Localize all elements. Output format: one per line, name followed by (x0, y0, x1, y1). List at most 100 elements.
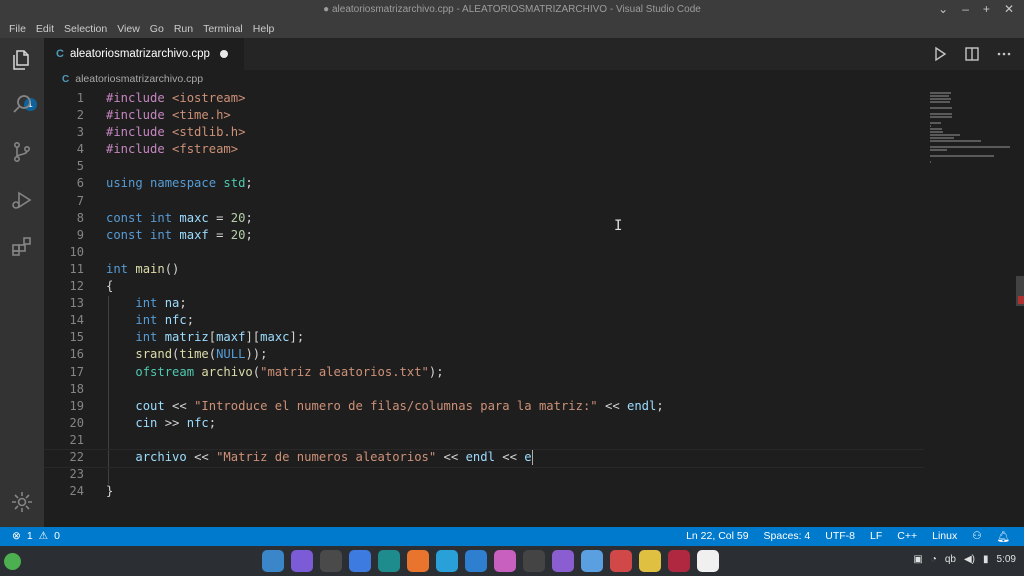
code-line[interactable] (106, 381, 966, 398)
notifications-bell-icon[interactable]: 🔔︎ (997, 530, 1010, 543)
battery-icon[interactable]: ▮ (983, 554, 989, 565)
files-icon[interactable] (10, 48, 34, 72)
code-editor[interactable]: 1 2 3 4 5 6 7 8 9 10 11 12 13 14 15 16 1… (44, 88, 1024, 527)
line-number-gutter: 1 2 3 4 5 6 7 8 9 10 11 12 13 14 15 16 1… (44, 90, 84, 500)
window-title: ● aleatoriosmatrizarchivo.cpp - ALEATORI… (323, 4, 701, 15)
dock-app-icon[interactable] (465, 550, 487, 572)
wifi-icon[interactable]: ◔ (931, 554, 937, 565)
dock-app-icon[interactable] (320, 550, 342, 572)
platform[interactable]: Linux (932, 530, 957, 543)
language-mode[interactable]: C++ (897, 530, 917, 543)
dock-app-icon[interactable] (349, 550, 371, 572)
settings-gear-icon[interactable] (10, 490, 34, 514)
code-line[interactable]: cin >> nfc; (106, 415, 966, 432)
code-lines[interactable]: #include <iostream> #include <time.h> #inc… (44, 90, 966, 500)
code-line[interactable]: #include <fstream> (106, 141, 966, 158)
code-line[interactable] (106, 244, 966, 261)
close-button[interactable]: ✕ (1004, 2, 1014, 16)
line-number: 6 (76, 176, 84, 191)
menu-run[interactable]: Run (169, 23, 198, 35)
dock-app-icon[interactable] (668, 550, 690, 572)
code-line[interactable] (106, 432, 966, 449)
code-line[interactable]: int main() (106, 261, 966, 278)
run-debug-icon[interactable] (10, 188, 34, 212)
code-line[interactable] (106, 158, 966, 175)
code-token: cin (135, 415, 158, 430)
feedback-icon[interactable]: ⚇ (972, 530, 981, 543)
code-line[interactable] (106, 466, 966, 483)
code-line[interactable]: srand(time(NULL)); (106, 346, 966, 363)
dock-app-icon[interactable] (407, 550, 429, 572)
minimap[interactable] (928, 88, 1018, 527)
menu-go[interactable]: Go (145, 23, 169, 35)
line-number: 17 (69, 364, 84, 379)
tab-aleatoriosmatrizarchivo[interactable]: C aleatoriosmatrizarchivo.cpp (44, 38, 244, 70)
more-actions-icon[interactable] (996, 46, 1012, 65)
code-line[interactable]: { (106, 278, 966, 295)
code-line[interactable]: const int maxf = 20; (106, 227, 966, 244)
code-token: { (106, 279, 114, 294)
line-number: 21 (69, 432, 84, 447)
split-editor-icon[interactable] (964, 46, 980, 65)
indentation[interactable]: Spaces: 4 (764, 530, 811, 543)
minimap-line (930, 122, 941, 124)
code-line[interactable]: archivo << "Matriz de numeros aleatorios… (44, 448, 966, 469)
encoding[interactable]: UTF-8 (825, 530, 855, 543)
code-token: << (494, 449, 525, 464)
dock-app-icon[interactable] (378, 550, 400, 572)
source-control-icon[interactable] (10, 140, 34, 164)
window-menu-button[interactable]: ⌄ (938, 2, 948, 16)
menu-help[interactable]: Help (248, 23, 280, 35)
dock-app-icon[interactable] (494, 550, 516, 572)
maximize-button[interactable]: + (983, 2, 990, 16)
cursor-position[interactable]: Ln 22, Col 59 (686, 530, 748, 543)
code-line[interactable]: } (106, 483, 966, 500)
minimap-line (930, 125, 932, 127)
minimap-line (930, 155, 994, 157)
dock-app-icon[interactable] (552, 550, 574, 572)
minimize-button[interactable]: – (962, 2, 969, 16)
vertical-scrollbar[interactable] (1016, 88, 1024, 527)
unsaved-dot-icon[interactable] (219, 50, 228, 58)
code-line[interactable]: ofstream archivo("matriz aleatorios.txt"… (106, 364, 966, 381)
dock-app-icon[interactable] (262, 550, 284, 572)
dock-app-icon[interactable] (639, 550, 661, 572)
code-line[interactable]: #include <iostream> (106, 90, 966, 107)
dock-app-icon[interactable] (697, 550, 719, 572)
menu-selection[interactable]: Selection (59, 23, 112, 35)
code-token: archivo (201, 364, 253, 379)
problems-status[interactable]: ⊗ 1 ⚠ 0 (12, 530, 60, 542)
code-line[interactable]: cout << "Introduce el numero de filas/co… (106, 398, 966, 415)
clock[interactable]: 5:09 (997, 554, 1016, 565)
code-token: const (106, 227, 151, 242)
code-line[interactable]: #include <time.h> (106, 107, 966, 124)
code-line[interactable]: int nfc; (106, 312, 966, 329)
search-icon[interactable] (10, 92, 34, 116)
code-line[interactable]: int na; (106, 295, 966, 312)
code-line[interactable]: using namespace std; (106, 175, 966, 192)
code-token: const (106, 210, 151, 225)
menu-file[interactable]: File (4, 23, 31, 35)
start-menu-icon[interactable] (4, 553, 21, 570)
menu-terminal[interactable]: Terminal (198, 23, 248, 35)
camera-icon[interactable]: ▣ (913, 554, 922, 565)
dock-app-icon[interactable] (436, 550, 458, 572)
end-of-line[interactable]: LF (870, 530, 882, 543)
menu-edit[interactable]: Edit (31, 23, 59, 35)
breadcrumb-file[interactable]: aleatoriosmatrizarchivo.cpp (75, 73, 203, 85)
code-line[interactable]: #include <stdlib.h> (106, 124, 966, 141)
code-line[interactable]: int matriz[maxf][maxc]; (106, 329, 966, 346)
run-icon[interactable] (932, 46, 948, 65)
code-line[interactable] (106, 193, 966, 210)
dock-app-icon[interactable] (291, 550, 313, 572)
dock-app-icon[interactable] (610, 550, 632, 572)
menu-view[interactable]: View (112, 23, 145, 35)
volume-icon[interactable]: ◀) (964, 554, 975, 565)
extensions-icon[interactable] (10, 234, 34, 258)
keyboard-layout-icon[interactable]: qb (945, 554, 956, 565)
code-line[interactable]: const int maxc = 20; (106, 210, 966, 227)
dock-app-icon[interactable] (523, 550, 545, 572)
dock-app-icon[interactable] (581, 550, 603, 572)
line-number: 23 (69, 467, 84, 482)
